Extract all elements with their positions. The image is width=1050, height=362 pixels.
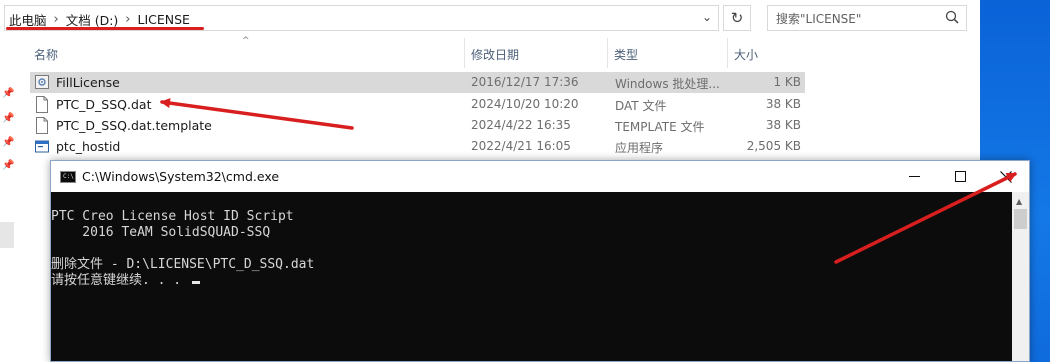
- file-date: 2022/4/21 16:05: [471, 139, 571, 153]
- maximize-icon: [954, 171, 966, 182]
- file-size: 38 KB: [765, 118, 801, 132]
- file-row-ptc-d-ssq-dat[interactable]: PTC_D_SSQ.dat 2024/10/20 10:20 DAT 文件 38…: [30, 94, 805, 115]
- scroll-up-icon[interactable]: ▲: [1016, 197, 1022, 206]
- column-divider[interactable]: [607, 38, 608, 68]
- column-header-type[interactable]: 类型: [614, 46, 638, 63]
- file-row-filllicense[interactable]: FillLicense 2016/12/17 17:36 Windows 批处理…: [30, 72, 805, 93]
- chevron-right-icon: ›: [53, 12, 59, 27]
- minimize-button[interactable]: [891, 161, 937, 192]
- file-date: 2024/10/20 10:20: [471, 97, 579, 111]
- file-size: 2,505 KB: [746, 139, 801, 153]
- console-output[interactable]: PTC Creo License Host ID Script 2016 TeA…: [51, 192, 1013, 361]
- file-name: ptc_hostid: [56, 139, 121, 154]
- console-line: 删除文件 - D:\LICENSE\PTC_D_SSQ.dat: [51, 257, 315, 272]
- console-line: 2016 TeAM SolidSQUAD-SSQ: [51, 225, 271, 240]
- pin-icon: 📌: [2, 113, 15, 124]
- nav-selected-item[interactable]: [0, 222, 14, 248]
- file-type: Windows 批处理...: [615, 77, 720, 91]
- file-type: 应用程序: [615, 141, 664, 155]
- console-line: PTC Creo License Host ID Script: [51, 209, 294, 224]
- search-icon[interactable]: [945, 10, 959, 24]
- pin-icon: 📌: [2, 137, 15, 148]
- sort-up-icon: ^: [242, 36, 250, 46]
- file-name: PTC_D_SSQ.dat: [56, 97, 152, 112]
- vertical-scrollbar[interactable]: ▲: [1012, 192, 1029, 361]
- cmd-window-title: C:\Windows\System32\cmd.exe: [82, 169, 280, 184]
- file-date: 2024/4/22 16:35: [471, 118, 571, 132]
- cmd-window: C:\ C:\Windows\System32\cmd.exe PTC Creo…: [50, 160, 1030, 362]
- console-app-icon: C:\: [60, 171, 76, 183]
- refresh-button[interactable]: ↻: [723, 5, 751, 31]
- chevron-down-icon[interactable]: ⌄: [702, 10, 712, 24]
- refresh-icon: ↻: [730, 9, 744, 27]
- column-header-date[interactable]: 修改日期: [471, 46, 519, 63]
- document-icon: [36, 117, 48, 134]
- column-divider[interactable]: [727, 38, 728, 68]
- search-input[interactable]: [768, 6, 948, 32]
- close-button[interactable]: [983, 161, 1029, 192]
- file-row-ptc-hostid[interactable]: ptc_hostid 2022/4/21 16:05 应用程序 2,505 KB: [30, 136, 805, 157]
- column-headers: ^ 名称 修改日期 类型 大小: [18, 36, 808, 68]
- pin-icon: 📌: [2, 160, 15, 171]
- file-name: PTC_D_SSQ.dat.template: [56, 118, 212, 133]
- annotation-underline: [6, 27, 204, 30]
- navigation-pane-edge: 📌 📌 📌 📌: [0, 40, 16, 362]
- cmd-title-bar[interactable]: C:\ C:\Windows\System32\cmd.exe: [51, 161, 1029, 192]
- console-prompt-text: 请按任意键继续. . .: [51, 273, 189, 288]
- file-date: 2016/12/17 17:36: [471, 75, 579, 89]
- batch-file-icon: [35, 75, 49, 89]
- maximize-button[interactable]: [937, 161, 983, 192]
- file-name: FillLicense: [56, 75, 120, 90]
- minimize-icon: [908, 176, 920, 177]
- scrollbar-thumb[interactable]: [1014, 209, 1027, 229]
- chevron-right-icon: ›: [125, 12, 131, 27]
- file-type: DAT 文件: [615, 99, 667, 113]
- search-box[interactable]: [767, 5, 967, 32]
- column-header-name[interactable]: 名称: [34, 46, 58, 63]
- file-size: 1 KB: [773, 75, 801, 89]
- file-size: 38 KB: [765, 97, 801, 111]
- file-row-ptc-d-ssq-dat-template[interactable]: PTC_D_SSQ.dat.template 2024/4/22 16:35 T…: [30, 115, 805, 136]
- pin-icon: 📌: [2, 88, 15, 99]
- column-divider[interactable]: [464, 38, 465, 68]
- application-icon: [35, 140, 49, 153]
- file-type: TEMPLATE 文件: [615, 120, 705, 134]
- column-header-size[interactable]: 大小: [734, 46, 758, 63]
- document-icon: [36, 96, 48, 113]
- close-icon: [1000, 170, 1012, 183]
- console-prompt-line: 请按任意键继续. . .: [51, 273, 1013, 289]
- text-cursor: [191, 281, 200, 284]
- breadcrumb-license[interactable]: LICENSE: [138, 12, 190, 27]
